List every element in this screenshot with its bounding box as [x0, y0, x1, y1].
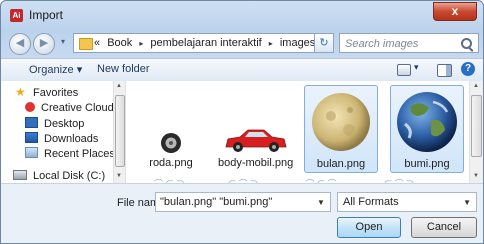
breadcrumb-item-pembelajaran-interaktif[interactable]: pembelajaran interaktif	[150, 37, 261, 49]
organize-menu-button[interactable]: Organize ▾	[29, 63, 82, 76]
sidebar-item-label: Downloads	[44, 133, 99, 145]
scroll-thumb[interactable]	[471, 95, 482, 157]
refresh-button[interactable]: ↻	[314, 33, 334, 53]
sidebar-item-label: Favorites	[33, 87, 79, 99]
sidebar-item-downloads[interactable]: Downloads	[25, 132, 98, 146]
creative-cloud-icon	[25, 102, 35, 112]
scroll-thumb[interactable]	[115, 95, 125, 167]
back-button[interactable]: ◀	[9, 33, 31, 55]
help-icon[interactable]: ?	[461, 62, 475, 76]
sidebar-item-label: Local Disk (C:)	[33, 170, 106, 182]
breadcrumb: « Book ▸ pembelajaran interaktif ▸ image…	[94, 37, 319, 49]
file-name-dropdown-icon[interactable]: ▼	[317, 198, 325, 207]
sidebar-item-local-disk[interactable]: Local Disk (C:)	[13, 170, 105, 184]
folder-icon	[79, 38, 93, 50]
file-name-panel: File name: ▼ All Formats ▼ Open Cancel	[1, 183, 483, 243]
moon-image-icon	[312, 93, 370, 151]
address-bar[interactable]: « Book ▸ pembelajaran interaktif ▸ image…	[73, 33, 331, 53]
navigation-scrollbar[interactable]: ▲ ▼	[113, 81, 125, 183]
forward-button[interactable]: ▶	[33, 33, 55, 55]
file-item-roda[interactable]: roda.png	[134, 85, 208, 173]
close-button[interactable]: x	[433, 2, 477, 21]
sidebar-item-label: Creative Cloud	[41, 102, 114, 114]
recent-locations-dropdown-icon[interactable]: ▾	[61, 37, 65, 46]
file-item-bumi[interactable]: bumi.png	[390, 85, 464, 173]
sidebar-item-favorites[interactable]: ★ Favorites	[15, 85, 79, 101]
change-view-icon[interactable]	[397, 64, 411, 76]
search-input[interactable]	[343, 36, 459, 52]
breadcrumb-item-book[interactable]: Book	[107, 37, 132, 49]
local-disk-icon	[13, 170, 27, 180]
search-icon[interactable]	[461, 38, 472, 49]
illustrator-app-icon: Ai	[10, 9, 23, 22]
scroll-up-icon[interactable]: ▲	[473, 83, 479, 89]
file-list-scrollbar[interactable]: ▲ ▼	[469, 81, 483, 183]
breadcrumb-overflow[interactable]: «	[94, 37, 100, 49]
breadcrumb-item-images[interactable]: images	[280, 37, 315, 49]
sidebar-item-label: Desktop	[44, 118, 85, 130]
earth-image-icon	[397, 92, 457, 152]
sidebar-item-label: Recent Places	[44, 148, 115, 160]
new-folder-button[interactable]: New folder	[97, 63, 150, 75]
file-list: roda.png body-mobil.png bulan.png bumi.p…	[126, 81, 469, 189]
scroll-down-icon[interactable]: ▼	[473, 173, 479, 179]
title-bar: Ai Import x	[1, 1, 483, 29]
scroll-up-icon[interactable]: ▲	[116, 83, 122, 89]
recent-places-icon	[25, 147, 38, 158]
file-name: roda.png	[149, 157, 193, 169]
view-dropdown-icon[interactable]: ▾	[414, 62, 419, 73]
breadcrumb-separator-icon[interactable]: ▸	[269, 39, 273, 48]
sidebar-item-recent-places[interactable]: Recent Places	[25, 147, 115, 161]
file-item-body-mobil[interactable]: body-mobil.png	[218, 85, 294, 173]
file-name: bulan.png	[316, 158, 366, 170]
preview-pane-icon[interactable]	[437, 64, 452, 77]
window-title: Import	[29, 8, 64, 22]
format-select-value: All Formats	[343, 196, 399, 208]
command-toolbar: Organize ▾ New folder ▾ ?	[1, 58, 483, 82]
chevron-down-icon: ▼	[463, 198, 471, 207]
format-select[interactable]: All Formats ▼	[337, 192, 477, 212]
star-icon: ★	[15, 85, 26, 99]
sidebar-item-desktop[interactable]: Desktop	[25, 117, 84, 131]
cancel-button[interactable]: Cancel	[411, 217, 477, 238]
downloads-icon	[25, 132, 38, 143]
sidebar-item-creative-cloud[interactable]: Creative Cloud	[25, 102, 114, 116]
import-dialog: Ai Import x ◀ ▶ ▾ « Book ▸ pembelajaran …	[0, 0, 484, 244]
file-name: bumi.png	[404, 158, 450, 170]
open-button[interactable]: Open	[337, 217, 401, 238]
desktop-icon	[25, 117, 38, 128]
navigation-pane: ★ Favorites Creative Cloud Desktop Downlo…	[1, 81, 126, 183]
wheel-image-icon	[161, 133, 181, 153]
car-image-icon	[225, 129, 287, 152]
breadcrumb-separator-icon[interactable]: ▸	[139, 39, 143, 48]
search-box[interactable]	[339, 33, 479, 53]
file-name: body-mobil.png	[218, 157, 294, 169]
scroll-down-icon[interactable]: ▼	[116, 173, 122, 179]
file-name-input[interactable]	[155, 192, 331, 212]
file-item-bulan[interactable]: bulan.png	[304, 85, 378, 173]
